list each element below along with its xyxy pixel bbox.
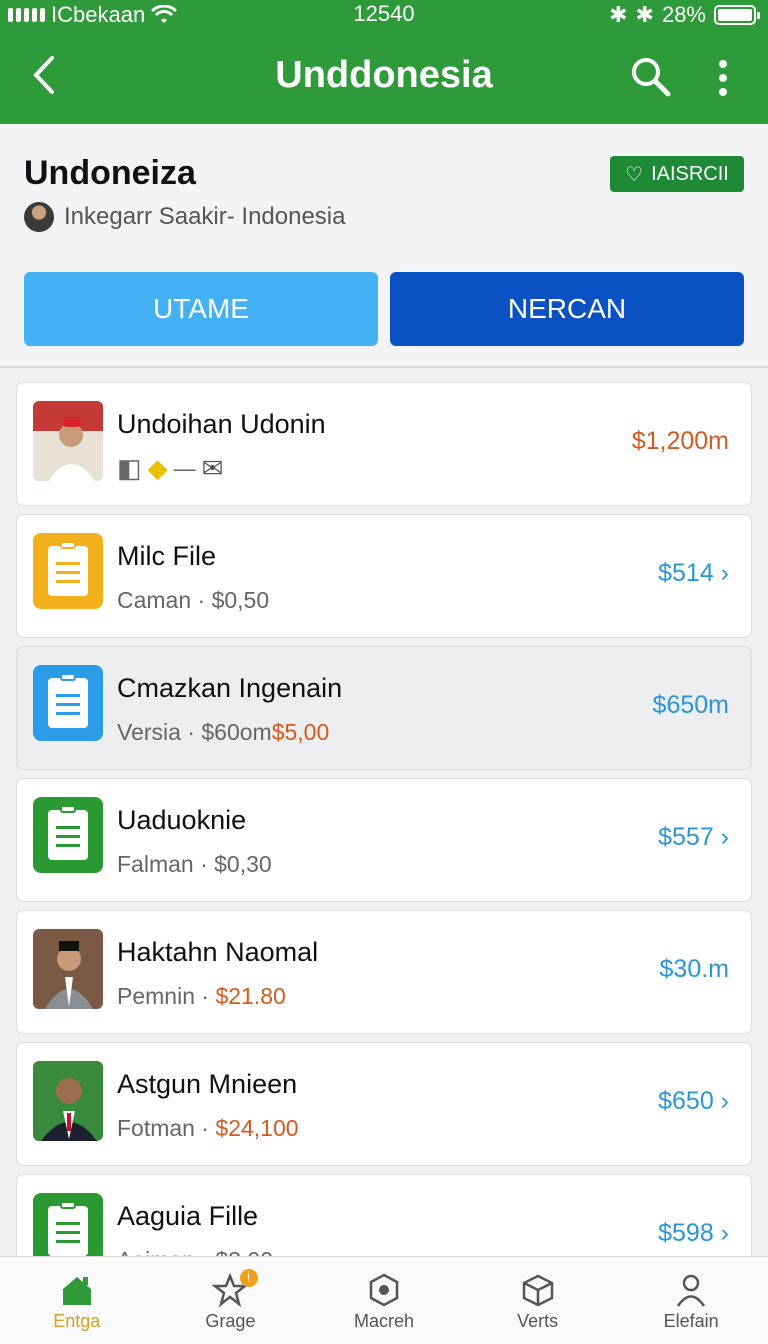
list-item[interactable]: Milc File Caman · $0,50 $514 ›: [16, 514, 752, 638]
dash-icon: —: [173, 455, 196, 481]
item-price: $514 ›: [658, 559, 729, 587]
item-price: $30.m: [659, 955, 729, 983]
item-meta-icons: ◧ ◆ — ✉: [117, 453, 223, 484]
nav-label: Entga: [53, 1311, 101, 1331]
nav-macreh[interactable]: Macreh: [307, 1257, 461, 1344]
item-title: Aaguia Fille: [117, 1201, 259, 1231]
bluetooth-icon-2: ✱: [635, 2, 654, 27]
list-item[interactable]: Haktahn Naomal Pemnin · $21.80 $30.m: [16, 910, 752, 1034]
nav-entga[interactable]: Entga: [0, 1257, 154, 1344]
hexagon-icon: [369, 1273, 399, 1307]
item-price: $598 ›: [658, 1219, 729, 1247]
item-subtitle-amount: $5,00: [271, 719, 330, 745]
item-photo: [33, 1061, 103, 1141]
item-subtitle-text: Pemnin ·: [117, 983, 216, 1009]
item-title: Uaduoknie: [117, 805, 247, 835]
item-subtitle: Fotman · $24,100: [117, 1115, 299, 1142]
file-icon: [33, 533, 103, 613]
notification-badge: !: [239, 1269, 258, 1287]
item-subtitle-amount: $21.80: [215, 983, 286, 1009]
list-item[interactable]: Uaduoknie Falman · $0,30 $557 ›: [16, 778, 752, 902]
home-icon: [62, 1277, 91, 1305]
battery-label: 28%: [661, 2, 706, 27]
item-price: $650 ›: [658, 1087, 729, 1115]
top-bar: ICbekaan 12540 ✱ ✱ 28% Unddonesia: [0, 0, 768, 124]
nav-label: Verts: [517, 1311, 559, 1331]
nav-label: Macreh: [353, 1311, 414, 1331]
item-title: Astgun Mnieen: [117, 1069, 298, 1099]
item-subtitle-text: Fotman ·: [117, 1115, 216, 1141]
status-right: ✱ ✱ 28%: [609, 2, 760, 28]
item-price: $1,200m: [631, 427, 729, 455]
item-title: Cmazkan Ingenain: [117, 673, 343, 703]
badge-label: IAISRCII: [651, 162, 729, 185]
battery-icon: [714, 5, 760, 25]
person-icon: [677, 1274, 706, 1307]
bottom-nav: Entga ! Grage Macreh Verts Elefain: [0, 1256, 768, 1344]
item-subtitle: Versia · $60om$5,00: [117, 719, 329, 746]
clipboard-icon: [33, 665, 103, 745]
item-title: Milc File: [117, 541, 216, 571]
box-icon: [522, 1274, 553, 1307]
item-subtitle: Falman · $0,30: [117, 851, 272, 877]
more-vertical-icon[interactable]: [708, 56, 738, 100]
app-bar: Unddonesia: [0, 28, 768, 124]
search-icon[interactable]: [628, 54, 672, 98]
nav-label: Grage: [205, 1311, 256, 1331]
nav-grage[interactable]: ! Grage: [154, 1257, 308, 1344]
heart-icon: ♡: [625, 163, 644, 186]
item-list: Undoihan Udonin ◧ ◆ — ✉ $1,200m Milc Fil…: [16, 382, 752, 1292]
list-item[interactable]: Undoihan Udonin ◧ ◆ — ✉ $1,200m: [16, 382, 752, 506]
nav-label: Elefain: [663, 1311, 719, 1331]
item-title: Haktahn Naomal: [117, 937, 319, 967]
status-bar: ICbekaan 12540 ✱ ✱ 28%: [0, 0, 768, 28]
item-photo: [33, 929, 103, 1009]
clipboard-icon: [33, 797, 103, 877]
mail-icon: ✉: [201, 453, 224, 483]
profile-header: Undoneiza ♡ IAISRCII Inkegarr Saakir- In…: [0, 124, 768, 368]
profile-subtitle: Inkegarr Saakir- Indonesia: [24, 202, 345, 232]
bolt-icon: ◆: [147, 453, 168, 483]
tab-nercan[interactable]: NERCAN: [390, 272, 744, 346]
item-price: $650m: [652, 691, 729, 719]
nav-verts[interactable]: Verts: [461, 1257, 615, 1344]
item-title: Undoihan Udonin: [117, 409, 326, 439]
list-item[interactable]: Cmazkan Ingenain Versia · $60om$5,00 $65…: [16, 646, 752, 770]
list-item[interactable]: Astgun Mnieen Fotman · $24,100 $650 ›: [16, 1042, 752, 1166]
item-photo: [33, 401, 103, 481]
item-subtitle: Caman · $0,50: [117, 587, 270, 613]
item-subtitle: Pemnin · $21.80: [117, 983, 286, 1010]
item-price: $557 ›: [658, 823, 729, 851]
tab-utame[interactable]: UTAME: [24, 272, 378, 346]
subtitle-text: Inkegarr Saakir- Indonesia: [64, 203, 346, 230]
status-badge[interactable]: ♡ IAISRCII: [610, 156, 744, 192]
avatar: [24, 202, 54, 232]
segment-tabs: UTAME NERCAN: [24, 272, 744, 346]
bluetooth-icon: ✱: [609, 2, 628, 27]
item-subtitle-text: Versia · $60om: [117, 719, 272, 745]
tag-icon: ◧: [117, 453, 142, 483]
nav-elefain[interactable]: Elefain: [614, 1257, 768, 1344]
profile-name: Undoneiza: [24, 154, 196, 192]
item-subtitle-amount: $24,100: [215, 1115, 299, 1141]
